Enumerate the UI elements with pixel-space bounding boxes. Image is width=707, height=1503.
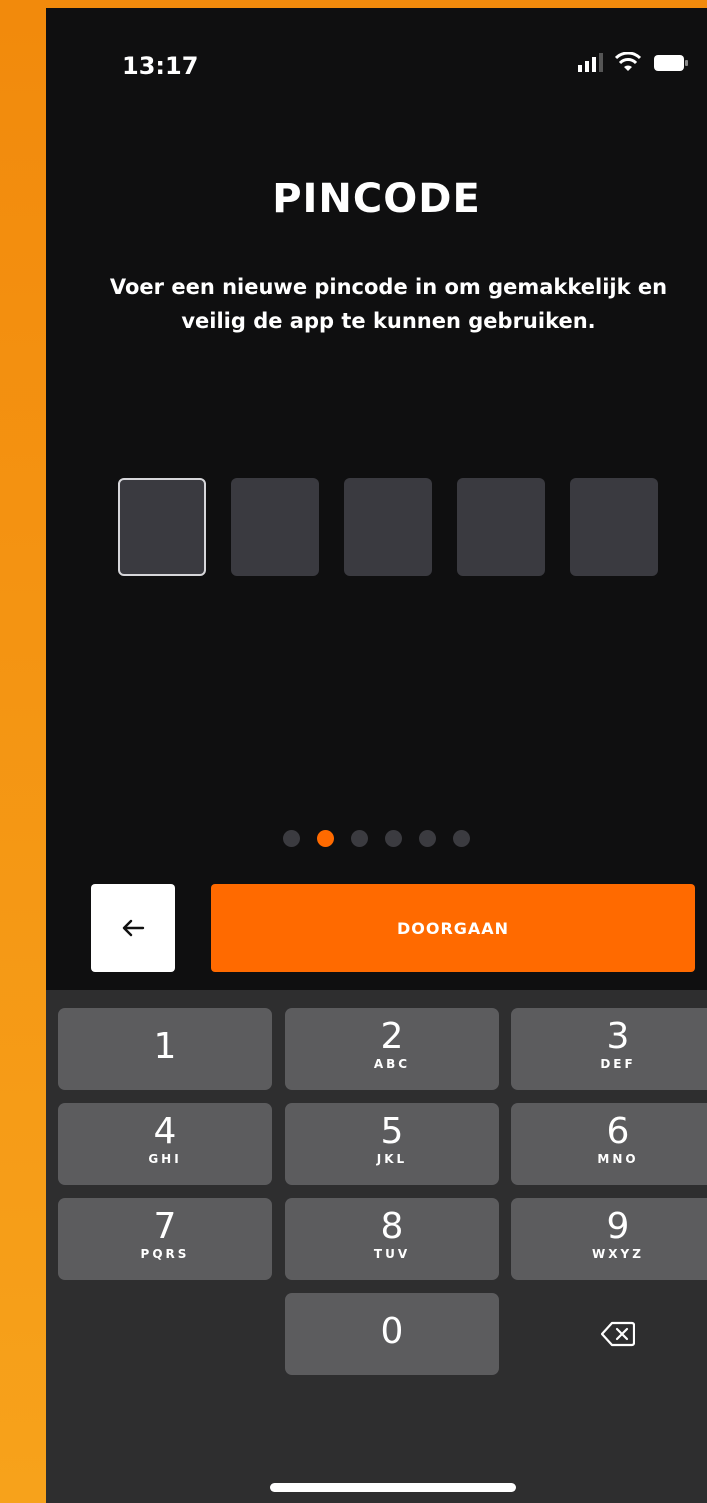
pin-input[interactable] — [118, 478, 658, 576]
key-letters: DEF — [600, 1057, 636, 1071]
delete-key[interactable] — [511, 1293, 707, 1375]
page-title: PINCODE — [272, 176, 481, 222]
battery-icon — [653, 54, 689, 72]
page-dot — [283, 830, 300, 847]
key-digit: 8 — [380, 1206, 404, 1247]
numeric-keypad: 1 2 ABC 3 DEF 4 GHI 5 JKL 6 MNO 7 PQRS 8… — [46, 990, 707, 1503]
page-indicator — [46, 830, 707, 847]
status-time: 13:17 — [122, 52, 199, 80]
pin-digit-box[interactable] — [457, 478, 545, 576]
home-indicator[interactable] — [270, 1483, 516, 1492]
signal-icon — [578, 52, 603, 72]
pin-digit-box[interactable] — [118, 478, 206, 576]
key-letters: JKL — [376, 1152, 408, 1166]
key-letters: PQRS — [140, 1247, 190, 1261]
key-letters: GHI — [148, 1152, 182, 1166]
key-5[interactable]: 5 JKL — [285, 1103, 499, 1185]
key-7[interactable]: 7 PQRS — [58, 1198, 272, 1280]
pin-digit-box[interactable] — [231, 478, 319, 576]
key-6[interactable]: 6 MNO — [511, 1103, 707, 1185]
page-dot — [453, 830, 470, 847]
key-2[interactable]: 2 ABC — [285, 1008, 499, 1090]
continue-button[interactable]: DOORGAAN — [211, 884, 695, 972]
key-1[interactable]: 1 — [58, 1008, 272, 1090]
key-letters: WXYZ — [592, 1247, 644, 1261]
key-digit: 4 — [153, 1111, 177, 1152]
pin-digit-box[interactable] — [344, 478, 432, 576]
key-letters: ABC — [373, 1057, 411, 1071]
key-4[interactable]: 4 GHI — [58, 1103, 272, 1185]
key-digit: 7 — [153, 1206, 177, 1247]
key-9[interactable]: 9 WXYZ — [511, 1198, 707, 1280]
pin-digit-box[interactable] — [570, 478, 658, 576]
page-dot — [419, 830, 436, 847]
page-dot-active — [317, 830, 334, 847]
key-digit: 2 — [380, 1016, 404, 1057]
key-letters: MNO — [597, 1152, 639, 1166]
key-digit: 9 — [606, 1206, 630, 1247]
key-8[interactable]: 8 TUV — [285, 1198, 499, 1280]
page-description: Voer een nieuwe pincode in om gemakkelij… — [109, 275, 668, 333]
arrow-left-icon — [122, 919, 145, 937]
key-0[interactable]: 0 — [285, 1293, 499, 1375]
key-digit: 1 — [153, 1026, 177, 1067]
key-3[interactable]: 3 DEF — [511, 1008, 707, 1090]
back-button[interactable] — [91, 884, 175, 972]
page-dot — [351, 830, 368, 847]
backspace-icon — [601, 1321, 635, 1347]
key-letters: TUV — [373, 1247, 411, 1261]
status-icons — [578, 52, 689, 72]
page-dot — [385, 830, 402, 847]
wifi-icon — [615, 52, 641, 72]
key-digit: 5 — [380, 1111, 404, 1152]
key-digit: 0 — [380, 1311, 404, 1352]
key-digit: 6 — [606, 1111, 630, 1152]
key-digit: 3 — [606, 1016, 630, 1057]
app-screen: 13:17 PINCODE Voer een nieuwe pincode in… — [46, 8, 707, 1503]
